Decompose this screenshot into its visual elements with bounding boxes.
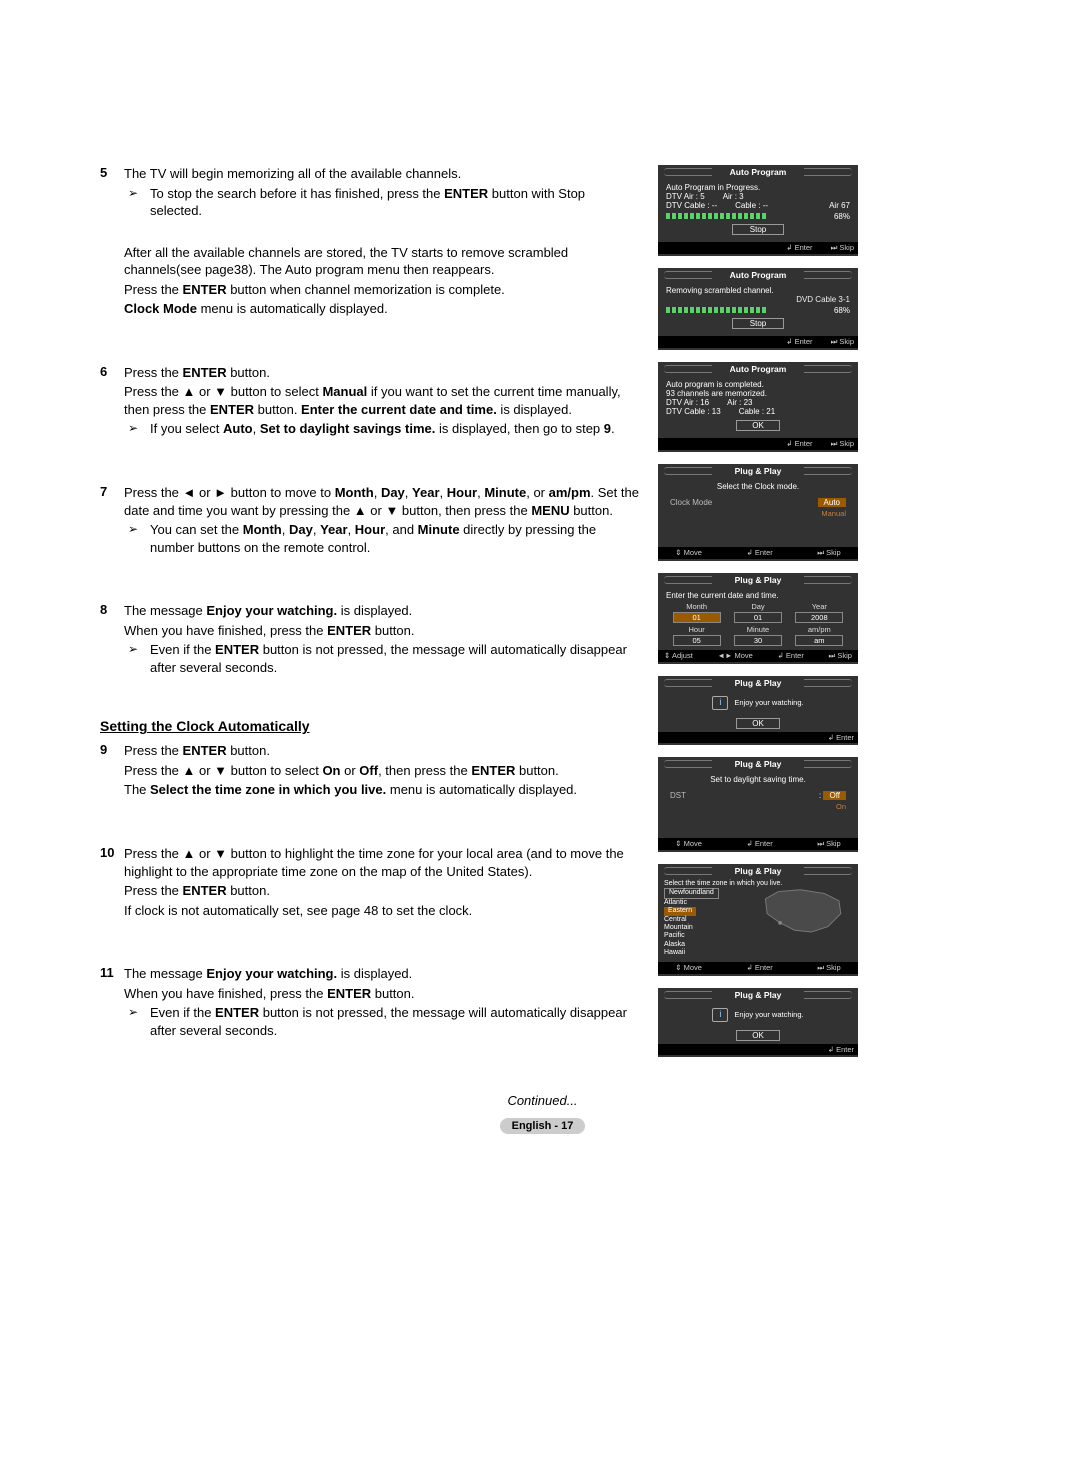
osd-enjoy-1: Plug & Play iEnjoy your watching. OK ↲ E… [658,676,858,745]
sub-item: Even if the ENTER button is not pressed,… [124,641,640,676]
text: If clock is not automatically set, see p… [124,903,472,918]
step-number: 10 [100,845,124,921]
osd-title: Plug & Play [658,988,858,1002]
osd-title: Auto Program [658,268,858,282]
progress-bar-icon [666,307,766,313]
osd-remove-scrambled: Auto Program Removing scrambled channel.… [658,268,858,350]
step-9: 9 Press the ENTER button. Press the ▲ or… [100,742,640,801]
stop-button: Stop [732,318,784,329]
sub-item: You can set the Month, Day, Year, Hour, … [124,521,640,556]
ok-button: OK [736,420,780,431]
step-10: 10 Press the ▲ or ▼ button to highlight … [100,845,640,921]
step-number: 9 [100,742,124,801]
text: Press the ▲ or ▼ button to highlight the… [124,846,624,879]
osd-title: Plug & Play [658,573,858,587]
osd-auto-program-progress: Auto Program Auto Program in Progress. D… [658,165,858,256]
osd-title: Auto Program [658,165,858,179]
page-footer: English - 17 [500,1118,586,1134]
osd-clock-mode: Plug & Play Select the Clock mode. Clock… [658,464,858,561]
instruction-column: 5 The TV will begin memorizing all of th… [100,165,640,1069]
osd-timezone: Plug & Play Select the time zone in whic… [658,864,858,976]
osd-auto-program-complete: Auto Program Auto program is completed. … [658,362,858,452]
osd-title: Plug & Play [658,464,858,478]
info-icon: i [712,696,728,710]
osd-enjoy-2: Plug & Play iEnjoy your watching. OK ↲ E… [658,988,858,1057]
step-number: 8 [100,602,124,678]
us-map-icon [758,882,850,938]
osd-title: Plug & Play [658,864,858,878]
osd-date-time: Plug & Play Enter the current date and t… [658,573,858,664]
stop-button: Stop [732,224,784,235]
step-7: 7 Press the ◄ or ► button to move to Mon… [100,484,640,558]
osd-line: Removing scrambled channel. [666,286,850,295]
progress-bar-icon [666,213,766,219]
step-8: 8 The message Enjoy your watching. is di… [100,602,640,678]
step-number: 7 [100,484,124,558]
step-number: 5 [100,165,124,320]
step-11: 11 The message Enjoy your watching. is d… [100,965,640,1041]
text: The TV will begin memorizing all of the … [124,166,461,181]
sub-item: To stop the search before it has finishe… [124,185,640,220]
step-number: 6 [100,364,124,440]
info-icon: i [712,1008,728,1022]
osd-title: Auto Program [658,362,858,376]
osd-title: Plug & Play [658,676,858,690]
osd-title: Plug & Play [658,757,858,771]
continued-label: Continued... [100,1093,985,1108]
osd-dst: Plug & Play Set to daylight saving time.… [658,757,858,852]
step-number: 11 [100,965,124,1041]
sub-item: Even if the ENTER button is not pressed,… [124,1004,640,1039]
ok-button: OK [736,1030,780,1041]
osd-line: Auto Program in Progress. [666,183,850,192]
sub-item: If you select Auto, Set to daylight savi… [124,420,640,438]
section-heading: Setting the Clock Automatically [100,718,640,734]
osd-column: Auto Program Auto Program in Progress. D… [658,165,858,1069]
text: After all the available channels are sto… [124,245,568,278]
ok-button: OK [736,718,780,729]
step-5: 5 The TV will begin memorizing all of th… [100,165,640,320]
step-6: 6 Press the ENTER button. Press the ▲ or… [100,364,640,440]
